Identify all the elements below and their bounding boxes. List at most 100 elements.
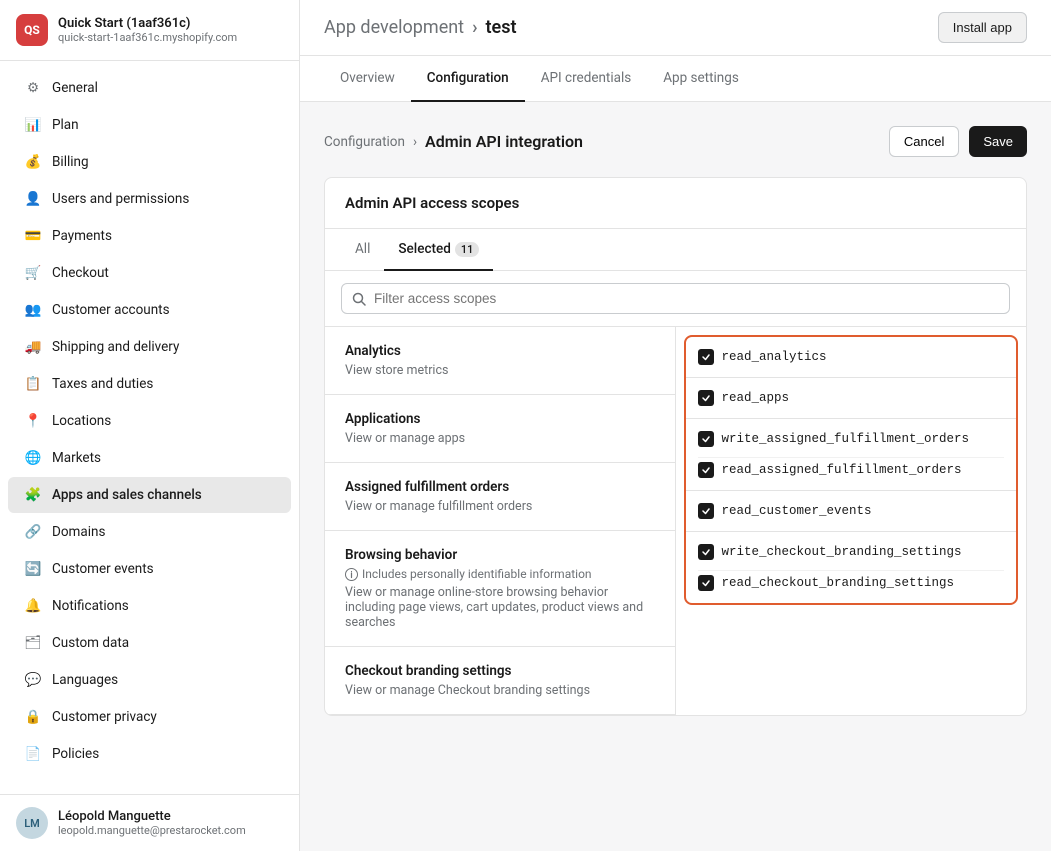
scope-desc-assigned-fulfillment: View or manage fulfillment orders	[345, 499, 655, 514]
sidebar-item-languages[interactable]: 💬Languages	[8, 662, 291, 698]
scope-desc-browsing-behavior: View or manage online-store browsing beh…	[345, 585, 655, 630]
tab-app-settings[interactable]: App settings	[647, 56, 755, 102]
plan-icon: 📊	[24, 116, 42, 134]
scope-check-read_customer_events[interactable]: read_customer_events	[698, 499, 1005, 523]
breadcrumb: App development › test	[324, 17, 517, 38]
scope-checks-analytics: read_analytics	[686, 337, 1017, 378]
checkbox-read_apps[interactable]	[698, 390, 714, 406]
languages-icon: 💬	[24, 671, 42, 689]
sidebar-item-apps[interactable]: 🧩Apps and sales channels	[8, 477, 291, 513]
sidebar-item-plan[interactable]: 📊Plan	[8, 107, 291, 143]
billing-icon: 💰	[24, 153, 42, 171]
user-name: Léopold Manguette	[58, 809, 246, 824]
scope-check-read_checkout_branding_settings[interactable]: read_checkout_branding_settings	[698, 570, 1005, 595]
page-breadcrumb-sep: ›	[413, 134, 417, 150]
scope-check-read_apps[interactable]: read_apps	[698, 386, 1005, 410]
sidebar-nav: ⚙General📊Plan💰Billing👤Users and permissi…	[0, 61, 299, 794]
checkbox-read_analytics[interactable]	[698, 349, 714, 365]
info-icon	[345, 568, 358, 581]
install-app-button[interactable]: Install app	[938, 12, 1027, 43]
page-breadcrumb-link[interactable]: Configuration	[324, 134, 405, 150]
sidebar-item-taxes[interactable]: 📋Taxes and duties	[8, 366, 291, 402]
scope-label-read_apps: read_apps	[722, 391, 790, 405]
sidebar: QS Quick Start (1aaf361c) quick-start-1a…	[0, 0, 300, 851]
shop-url: quick-start-1aaf361c.myshopify.com	[58, 31, 237, 44]
checkbox-read_checkout_branding_settings[interactable]	[698, 575, 714, 591]
scope-desc-checkout-branding: View or manage Checkout branding setting…	[345, 683, 655, 698]
breadcrumb-base: App development	[324, 17, 464, 38]
scope-check-read_assigned_fulfillment_orders[interactable]: read_assigned_fulfillment_orders	[698, 457, 1005, 482]
scopes-left-col: AnalyticsView store metricsApplicationsV…	[325, 327, 676, 715]
scope-label-read_customer_events: read_customer_events	[722, 504, 872, 518]
scope-desc-applications: View or manage apps	[345, 431, 655, 446]
sidebar-item-customer-events[interactable]: 🔄Customer events	[8, 551, 291, 587]
checkbox-read_customer_events[interactable]	[698, 503, 714, 519]
page-breadcrumb-current: Admin API integration	[425, 132, 583, 151]
scope-desc-analytics: View store metrics	[345, 363, 655, 378]
sidebar-item-markets[interactable]: 🌐Markets	[8, 440, 291, 476]
sub-tab-all[interactable]: All	[341, 229, 384, 271]
badge-count: 11	[455, 242, 480, 257]
sidebar-item-checkout[interactable]: 🛒Checkout	[8, 255, 291, 291]
filter-row	[325, 271, 1026, 327]
checkout-icon: 🛒	[24, 264, 42, 282]
general-icon: ⚙	[24, 79, 42, 97]
scope-title-browsing-behavior: Browsing behavior	[345, 547, 655, 563]
content-area: Configuration › Admin API integration Ca…	[300, 102, 1051, 851]
sidebar-item-shipping[interactable]: 🚚Shipping and delivery	[8, 329, 291, 365]
sub-tab-selected[interactable]: Selected11	[384, 229, 493, 271]
shipping-icon: 🚚	[24, 338, 42, 356]
checkbox-read_assigned_fulfillment_orders[interactable]	[698, 462, 714, 478]
sidebar-item-notifications[interactable]: 🔔Notifications	[8, 588, 291, 624]
locations-icon: 📍	[24, 412, 42, 430]
sidebar-item-general[interactable]: ⚙General	[8, 70, 291, 106]
scope-label-read_checkout_branding_settings: read_checkout_branding_settings	[722, 576, 955, 590]
tab-overview[interactable]: Overview	[324, 56, 411, 102]
scope-check-write_assigned_fulfillment_orders[interactable]: write_assigned_fulfillment_orders	[698, 427, 1005, 451]
sidebar-item-policies[interactable]: 📄Policies	[8, 736, 291, 772]
filter-input[interactable]	[374, 291, 999, 306]
sidebar-item-payments[interactable]: 💳Payments	[8, 218, 291, 254]
page-breadcrumb: Configuration › Admin API integration	[324, 132, 583, 151]
custom-data-icon: 🗂	[24, 634, 42, 652]
scope-label-read_assigned_fulfillment_orders: read_assigned_fulfillment_orders	[722, 463, 962, 477]
scope-check-write_checkout_branding_settings[interactable]: write_checkout_branding_settings	[698, 540, 1005, 564]
scope-checks-assigned-fulfillment: write_assigned_fulfillment_orders read_a…	[686, 419, 1017, 491]
sidebar-item-billing[interactable]: 💰Billing	[8, 144, 291, 180]
tab-api-credentials[interactable]: API credentials	[525, 56, 648, 102]
checkbox-write_assigned_fulfillment_orders[interactable]	[698, 431, 714, 447]
cancel-button[interactable]: Cancel	[889, 126, 959, 157]
scope-label-read_analytics: read_analytics	[722, 350, 827, 364]
sidebar-item-customer-accounts[interactable]: 👥Customer accounts	[8, 292, 291, 328]
scope-rows: AnalyticsView store metricsApplicationsV…	[325, 327, 1026, 715]
payments-icon: 💳	[24, 227, 42, 245]
notifications-icon: 🔔	[24, 597, 42, 615]
policies-icon: 📄	[24, 745, 42, 763]
save-button[interactable]: Save	[969, 126, 1027, 157]
scope-checks-applications: read_apps	[686, 378, 1017, 419]
scope-checks-checkout-branding: write_checkout_branding_settings read_ch…	[686, 532, 1017, 603]
sidebar-item-custom-data[interactable]: 🗂Custom data	[8, 625, 291, 661]
domains-icon: 🔗	[24, 523, 42, 541]
scope-label-write_checkout_branding_settings: write_checkout_branding_settings	[722, 545, 962, 559]
tabs-bar: OverviewConfigurationAPI credentialsApp …	[300, 56, 1051, 102]
scope-info-browsing-behavior: Browsing behavior Includes personally id…	[325, 531, 676, 647]
card-body: AllSelected11 AnalyticsView store metric…	[325, 229, 1026, 715]
card-title: Admin API access scopes	[325, 178, 1026, 229]
checkbox-write_checkout_branding_settings[interactable]	[698, 544, 714, 560]
sidebar-item-locations[interactable]: 📍Locations	[8, 403, 291, 439]
sub-tabs: AllSelected11	[325, 229, 1026, 271]
sidebar-item-customer-privacy[interactable]: 🔒Customer privacy	[8, 699, 291, 735]
breadcrumb-current: test	[486, 17, 517, 38]
top-bar: App development › test Install app	[300, 0, 1051, 56]
scope-check-read_analytics[interactable]: read_analytics	[698, 345, 1005, 369]
scope-info-applications: ApplicationsView or manage apps	[325, 395, 676, 463]
scopes-right-col: read_analytics read_apps write_assigned_…	[684, 335, 1019, 605]
tab-configuration[interactable]: Configuration	[411, 56, 525, 102]
scopes-grid: AnalyticsView store metricsApplicationsV…	[325, 327, 1026, 715]
scope-checks-browsing-behavior: read_customer_events	[686, 491, 1017, 532]
user-email: leopold.manguette@prestarocket.com	[58, 824, 246, 837]
sidebar-item-domains[interactable]: 🔗Domains	[8, 514, 291, 550]
sidebar-item-users[interactable]: 👤Users and permissions	[8, 181, 291, 217]
shop-name: Quick Start (1aaf361c)	[58, 16, 237, 31]
